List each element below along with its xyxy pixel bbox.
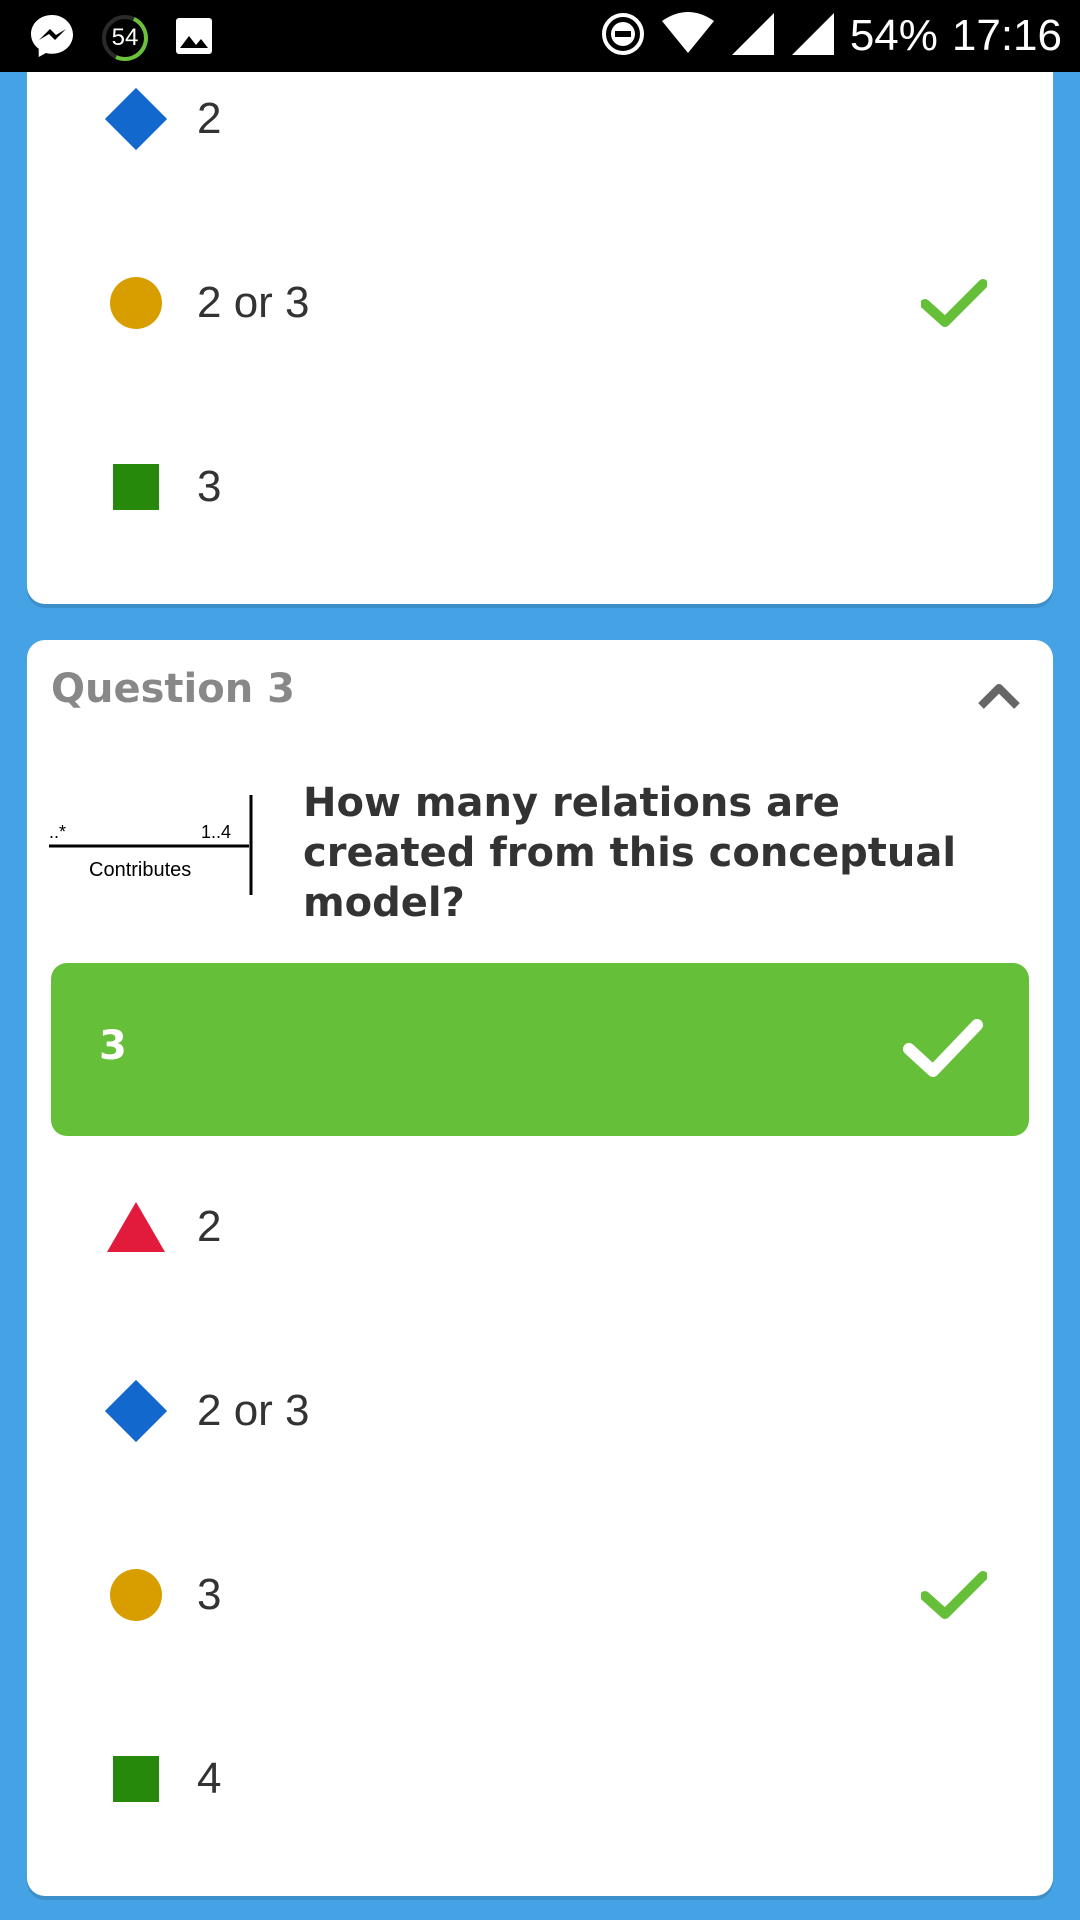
answer-row: 2 xyxy=(77,74,1027,164)
image-icon xyxy=(174,16,214,60)
status-bar-right: 54% 17:16 xyxy=(600,0,1062,72)
answer-row: 4 xyxy=(77,1734,1027,1824)
clock: 17:16 xyxy=(951,11,1062,60)
previous-question-card: 2 2 or 3 3 xyxy=(27,40,1053,604)
check-icon xyxy=(903,1019,983,1077)
do-not-disturb-icon xyxy=(600,11,646,61)
signal-icon xyxy=(730,11,776,61)
answer-row: 3 xyxy=(77,442,1027,532)
correct-check-icon xyxy=(921,279,987,327)
question-text: How many relations are created from this… xyxy=(303,780,957,926)
diamond-icon xyxy=(104,1379,168,1443)
chevron-up-icon[interactable] xyxy=(977,680,1021,710)
status-bar-left: 54 xyxy=(28,12,214,64)
correct-answer-banner: 3 xyxy=(51,963,1029,1136)
answer-text: 4 xyxy=(197,1754,222,1803)
answer-text: 3 xyxy=(197,462,222,511)
square-icon xyxy=(113,1756,159,1802)
answer-row: 3 xyxy=(77,1550,1027,1640)
answer-text: 2 or 3 xyxy=(197,1386,310,1435)
answer-text: 2 xyxy=(197,1202,222,1251)
battery-level: 54% xyxy=(849,11,938,60)
diamond-icon xyxy=(104,87,168,151)
answer-row: 2 or 3 xyxy=(77,258,1027,348)
wifi-icon xyxy=(660,11,716,61)
image-caption: Contributes xyxy=(89,859,191,881)
answer-row: 2 xyxy=(77,1182,1027,1272)
circle-icon xyxy=(110,277,162,329)
question-image: ..* 1..4 Contributes xyxy=(49,795,253,895)
answer-text: 2 or 3 xyxy=(197,278,310,327)
signal-icon-2 xyxy=(790,11,836,61)
circle-icon xyxy=(110,1569,162,1621)
question-title: Question 3 xyxy=(51,666,295,712)
correct-answer-text: 3 xyxy=(99,1023,127,1069)
image-right-label: 1..4 xyxy=(201,822,231,842)
correct-check-icon xyxy=(921,1571,987,1619)
answer-row: 2 or 3 xyxy=(77,1366,1027,1456)
square-icon xyxy=(113,464,159,510)
question-card: Question 3 ..* 1..4 Contributes How many… xyxy=(27,640,1053,1896)
image-left-label: ..* xyxy=(49,822,66,842)
notification-count-icon: 54 xyxy=(102,15,148,61)
triangle-icon xyxy=(107,1202,165,1252)
answer-text: 2 xyxy=(197,94,222,143)
answer-text: 3 xyxy=(197,1570,222,1619)
status-bar: 54 54% 17:16 xyxy=(0,0,1080,72)
messenger-icon xyxy=(28,12,76,64)
